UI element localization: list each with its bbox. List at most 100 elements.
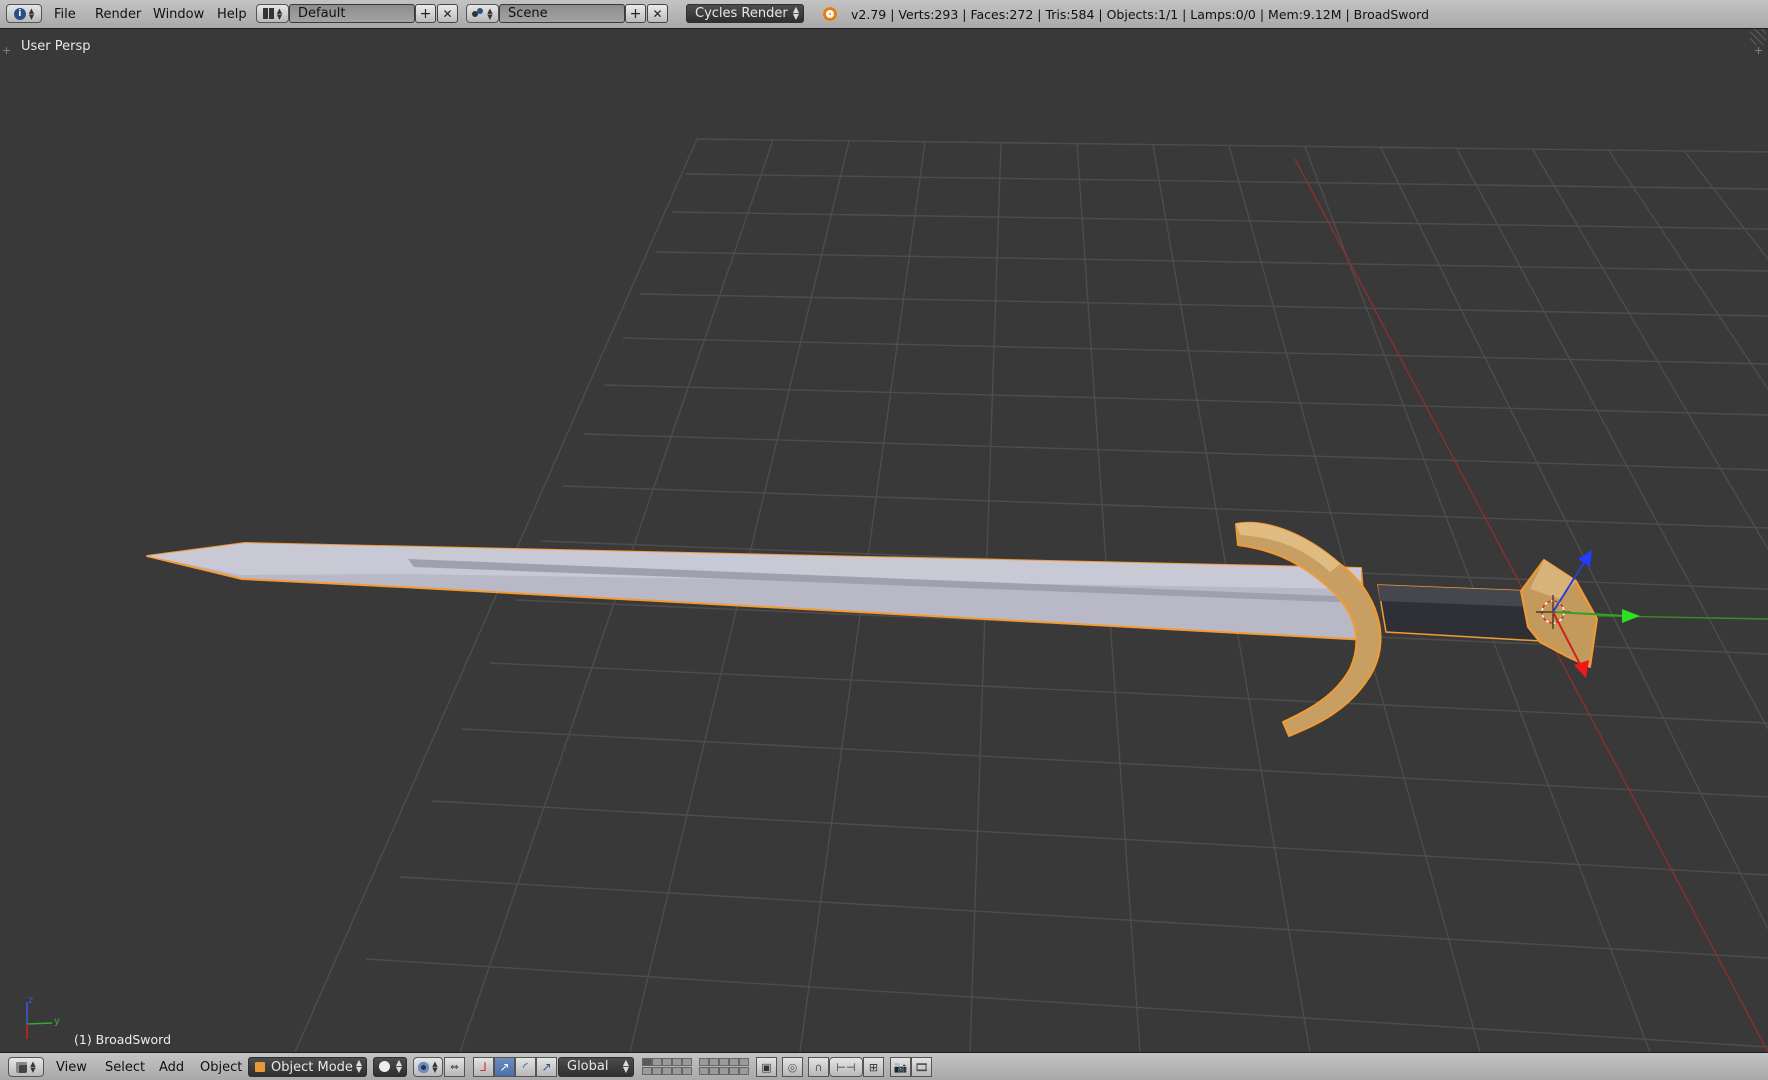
menu-select[interactable]: Select: [103, 1058, 147, 1078]
opengl-render-button[interactable]: 📷: [890, 1057, 911, 1077]
3d-view-header: ▲ ▼ View Select Add Object Object Mode ▲ ▼…: [0, 1052, 1768, 1080]
orientation-label: Global: [567, 1059, 609, 1074]
opengl-animation-button[interactable]: 🎞: [911, 1057, 932, 1077]
layer-button[interactable]: [719, 1067, 729, 1075]
mode-dropdown[interactable]: Object Mode ▲ ▼: [248, 1057, 367, 1077]
broadsword-object: [146, 521, 1598, 737]
chevron-updown-icon: ▲ ▼: [30, 1060, 36, 1074]
viewport-canvas[interactable]: [0, 29, 1768, 1052]
info-header: i ▲ ▼ File Render Window Help ▲ ▼ Default …: [0, 0, 1768, 29]
menu-object[interactable]: Object: [198, 1058, 244, 1078]
mini-axis-z-label: z: [28, 995, 34, 1006]
layer-button[interactable]: [682, 1058, 692, 1066]
editor-type-button[interactable]: ▲ ▼: [8, 1057, 44, 1077]
scene-icon: [472, 8, 484, 19]
layer-button[interactable]: [672, 1067, 682, 1075]
viewport-shading-dropdown[interactable]: ▲ ▼: [373, 1057, 407, 1077]
snap-element-dropdown[interactable]: ⊢⊣: [829, 1057, 863, 1077]
scale-icon: ↗: [541, 1060, 552, 1074]
chevron-updown-icon: ▲ ▼: [355, 1058, 362, 1074]
layer-button[interactable]: [699, 1067, 709, 1075]
layer-button[interactable]: [662, 1058, 672, 1066]
layer-button[interactable]: [652, 1058, 662, 1066]
view3d-icon: [16, 1061, 28, 1073]
transform-orientation-dropdown[interactable]: Global ▲ ▼: [558, 1057, 634, 1077]
plus-icon: +: [419, 5, 432, 22]
proportional-edit-icon: ◎: [787, 1060, 798, 1074]
active-object-label: (1) BroadSword: [74, 1032, 172, 1047]
pivot-point-icon: [418, 1061, 430, 1073]
menu-help[interactable]: Help: [215, 5, 249, 24]
snap-target-button[interactable]: ⊞: [863, 1057, 884, 1077]
layer-buttons[interactable]: [642, 1058, 758, 1076]
chevron-updown-icon: ▲ ▼: [395, 1058, 402, 1074]
snap-toggle-button[interactable]: ∩: [808, 1057, 829, 1077]
opengl-animation-icon: 🎞: [914, 1060, 929, 1074]
close-icon: ✕: [652, 6, 663, 21]
pivot-manipulate-centers-button[interactable]: ⇔: [444, 1057, 465, 1077]
layer-button[interactable]: [662, 1067, 672, 1075]
layer-button[interactable]: [642, 1058, 652, 1066]
layer-button[interactable]: [719, 1058, 729, 1066]
layer-button[interactable]: [739, 1067, 749, 1075]
solid-shading-icon: [379, 1061, 390, 1072]
mini-axis-y-label: y: [54, 1016, 60, 1027]
scene-field[interactable]: Scene: [499, 4, 625, 23]
snap-icon: ∩: [814, 1060, 823, 1074]
chevron-updown-icon: ▲ ▼: [276, 6, 283, 21]
layer-lock-icon: ▣: [761, 1060, 772, 1074]
menu-file[interactable]: File: [52, 5, 78, 24]
delete-screen-button[interactable]: ✕: [437, 4, 458, 23]
chevron-updown-icon: ▲ ▼: [432, 1060, 438, 1074]
pivot-point-dropdown[interactable]: ▲ ▼: [413, 1057, 443, 1077]
region-expand-right-icon[interactable]: +: [1754, 44, 1763, 57]
scale-manipulator-button[interactable]: ↗: [536, 1057, 557, 1077]
proportional-edit-button[interactable]: ◎: [782, 1057, 803, 1077]
add-scene-button[interactable]: +: [625, 4, 646, 23]
manipulator-toggle-button[interactable]: ⅃: [473, 1057, 494, 1077]
editor-type-button[interactable]: i ▲ ▼: [6, 4, 42, 23]
region-expand-left-icon[interactable]: +: [2, 44, 11, 57]
rotate-icon: ◜: [523, 1060, 528, 1074]
blender-logo-icon: [823, 7, 837, 21]
rotate-manipulator-button[interactable]: ◜: [515, 1057, 536, 1077]
chevron-updown-icon: ▲ ▼: [622, 1058, 629, 1074]
scene-selector[interactable]: ▲ ▼: [466, 4, 499, 23]
layer-button[interactable]: [642, 1067, 652, 1075]
mini-axis-gizmo: [26, 1002, 53, 1039]
object-mode-icon: [255, 1062, 265, 1072]
layer-button[interactable]: [672, 1058, 682, 1066]
layer-button[interactable]: [729, 1067, 739, 1075]
opengl-render-icon: 📷: [893, 1060, 908, 1074]
menu-view[interactable]: View: [54, 1058, 89, 1078]
manipulate-centers-icon: ⇔: [450, 1061, 459, 1073]
screen-layout-field[interactable]: Default: [289, 4, 415, 23]
chevron-updown-icon: ▲ ▼: [28, 6, 35, 21]
translate-icon: ↗: [499, 1060, 510, 1074]
3d-viewport[interactable]: + + User Persp z y (1) BroadSword: [0, 29, 1768, 1052]
menu-add[interactable]: Add: [157, 1058, 186, 1078]
render-engine-dropdown[interactable]: Cycles Render ▲ ▼: [686, 4, 804, 23]
layer-button[interactable]: [729, 1058, 739, 1066]
area-split-corner-icon[interactable]: [1750, 29, 1766, 45]
layer-button[interactable]: [739, 1058, 749, 1066]
chevron-updown-icon: ▲ ▼: [487, 6, 493, 21]
plus-icon: +: [629, 5, 642, 22]
delete-scene-button[interactable]: ✕: [647, 4, 668, 23]
snap-target-icon: ⊢⊣: [836, 1060, 856, 1074]
add-screen-button[interactable]: +: [415, 4, 436, 23]
info-icon: i: [13, 7, 26, 20]
chevron-updown-icon: ▲ ▼: [792, 5, 799, 21]
layer-button[interactable]: [682, 1067, 692, 1075]
layer-button[interactable]: [652, 1067, 662, 1075]
layer-button[interactable]: [709, 1067, 719, 1075]
scene-statistics: v2.79 | Verts:293 | Faces:272 | Tris:584…: [851, 7, 1430, 22]
view-label: User Persp: [21, 39, 91, 54]
layer-lock-button[interactable]: ▣: [756, 1057, 777, 1077]
menu-render[interactable]: Render: [93, 5, 143, 24]
layer-button[interactable]: [709, 1058, 719, 1066]
translate-manipulator-button[interactable]: ↗: [494, 1057, 515, 1077]
layer-button[interactable]: [699, 1058, 709, 1066]
screen-layout-selector[interactable]: ▲ ▼: [256, 4, 289, 23]
menu-window[interactable]: Window: [151, 5, 206, 24]
